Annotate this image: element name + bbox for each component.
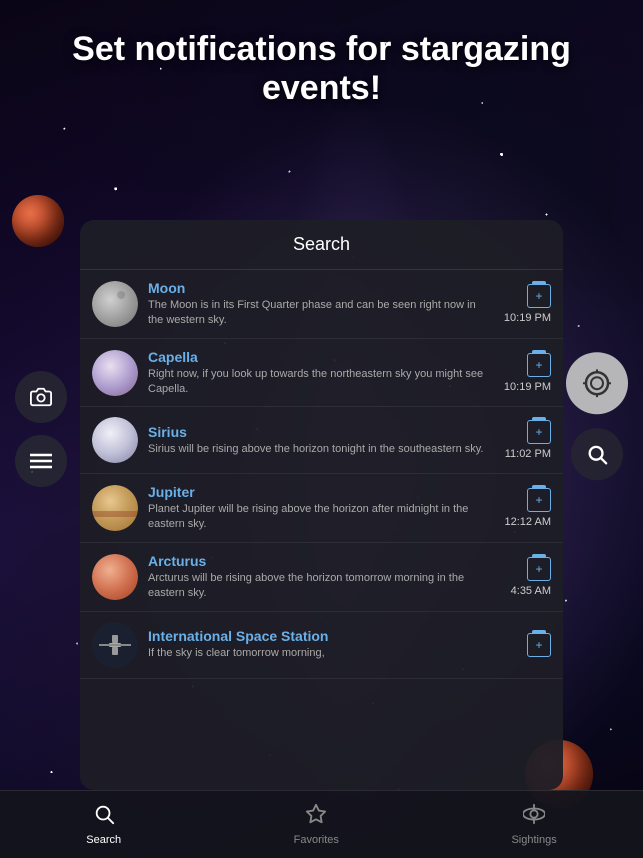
moon-content: Moon The Moon is in its First Quarter ph… [148, 280, 494, 328]
search-icon [586, 443, 608, 465]
tab-sightings[interactable]: Sightings [491, 795, 576, 854]
jupiter-desc: Planet Jupiter will be rising above the … [148, 502, 495, 532]
sirius-image [92, 417, 138, 463]
iss-calendar-icon[interactable]: + [527, 633, 551, 657]
iss-name: International Space Station [148, 628, 517, 644]
arcturus-image [92, 554, 138, 600]
list-item[interactable]: International Space Station If the sky i… [80, 612, 563, 679]
search-tab-icon [93, 803, 115, 831]
sirius-name: Sirius [148, 424, 495, 440]
moon-name: Moon [148, 280, 494, 296]
list-item[interactable]: Capella Right now, if you look up toward… [80, 339, 563, 408]
iss-svg-icon [99, 635, 131, 655]
sirius-calendar-icon[interactable]: + [527, 420, 551, 444]
scope-icon [583, 369, 611, 397]
left-sidebar [15, 371, 67, 487]
capella-content: Capella Right now, if you look up toward… [148, 349, 494, 397]
moon-right: + 10:19 PM [504, 284, 551, 324]
tab-sightings-label: Sightings [511, 834, 556, 846]
moon-calendar-icon[interactable]: + [527, 284, 551, 308]
menu-button[interactable] [15, 435, 67, 487]
arcturus-calendar-icon[interactable]: + [527, 557, 551, 581]
tab-search[interactable]: Search [66, 795, 141, 854]
tab-search-label: Search [86, 834, 121, 846]
list-item[interactable]: Moon The Moon is in its First Quarter ph… [80, 270, 563, 339]
moon-time: 10:19 PM [504, 312, 551, 324]
scope-button[interactable] [566, 352, 628, 414]
sirius-right: + 11:02 PM [505, 420, 551, 460]
capella-time: 10:19 PM [504, 381, 551, 393]
planet-mars-top [12, 195, 64, 247]
header-title: Set notifications for stargazing events! [0, 30, 643, 108]
arcturus-desc: Arcturus will be rising above the horizo… [148, 571, 501, 601]
tab-favorites[interactable]: Favorites [274, 795, 359, 854]
menu-icon [30, 453, 52, 469]
sirius-time: 11:02 PM [505, 448, 551, 460]
camera-button[interactable] [15, 371, 67, 423]
iss-content: International Space Station If the sky i… [148, 628, 517, 661]
jupiter-time: 12:12 AM [505, 516, 551, 528]
tab-bar: Search Favorites Sightings [0, 790, 643, 858]
moon-image [92, 281, 138, 327]
right-sidebar [566, 352, 628, 480]
search-list: Moon The Moon is in its First Quarter ph… [80, 270, 563, 790]
capella-calendar-icon[interactable]: + [527, 353, 551, 377]
sirius-desc: Sirius will be rising above the horizon … [148, 442, 495, 457]
jupiter-name: Jupiter [148, 484, 495, 500]
list-item[interactable]: Sirius Sirius will be rising above the h… [80, 407, 563, 474]
moon-desc: The Moon is in its First Quarter phase a… [148, 298, 494, 328]
jupiter-right: + 12:12 AM [505, 488, 551, 528]
iss-desc: If the sky is clear tomorrow morning, [148, 646, 517, 661]
jupiter-image [92, 485, 138, 531]
capella-name: Capella [148, 349, 494, 365]
sirius-content: Sirius Sirius will be rising above the h… [148, 424, 495, 457]
sightings-tab-icon [523, 803, 545, 831]
tab-favorites-label: Favorites [294, 834, 339, 846]
arcturus-content: Arcturus Arcturus will be rising above t… [148, 553, 501, 601]
search-right-button[interactable] [571, 428, 623, 480]
capella-desc: Right now, if you look up towards the no… [148, 367, 494, 397]
arcturus-time: 4:35 AM [511, 585, 551, 597]
capella-right: + 10:19 PM [504, 353, 551, 393]
arcturus-name: Arcturus [148, 553, 501, 569]
list-item[interactable]: Jupiter Planet Jupiter will be rising ab… [80, 474, 563, 543]
favorites-tab-icon [305, 803, 327, 831]
jupiter-content: Jupiter Planet Jupiter will be rising ab… [148, 484, 495, 532]
iss-image [92, 622, 138, 668]
search-panel-title: Search [80, 220, 563, 270]
arcturus-right: + 4:35 AM [511, 557, 551, 597]
iss-right: + [527, 633, 551, 657]
jupiter-calendar-icon[interactable]: + [527, 488, 551, 512]
search-panel: Search Moon The Moon is in its First Qua… [80, 220, 563, 790]
iss-thumbnail [92, 622, 138, 668]
list-item[interactable]: Arcturus Arcturus will be rising above t… [80, 543, 563, 612]
capella-image [92, 350, 138, 396]
camera-icon [30, 386, 52, 408]
